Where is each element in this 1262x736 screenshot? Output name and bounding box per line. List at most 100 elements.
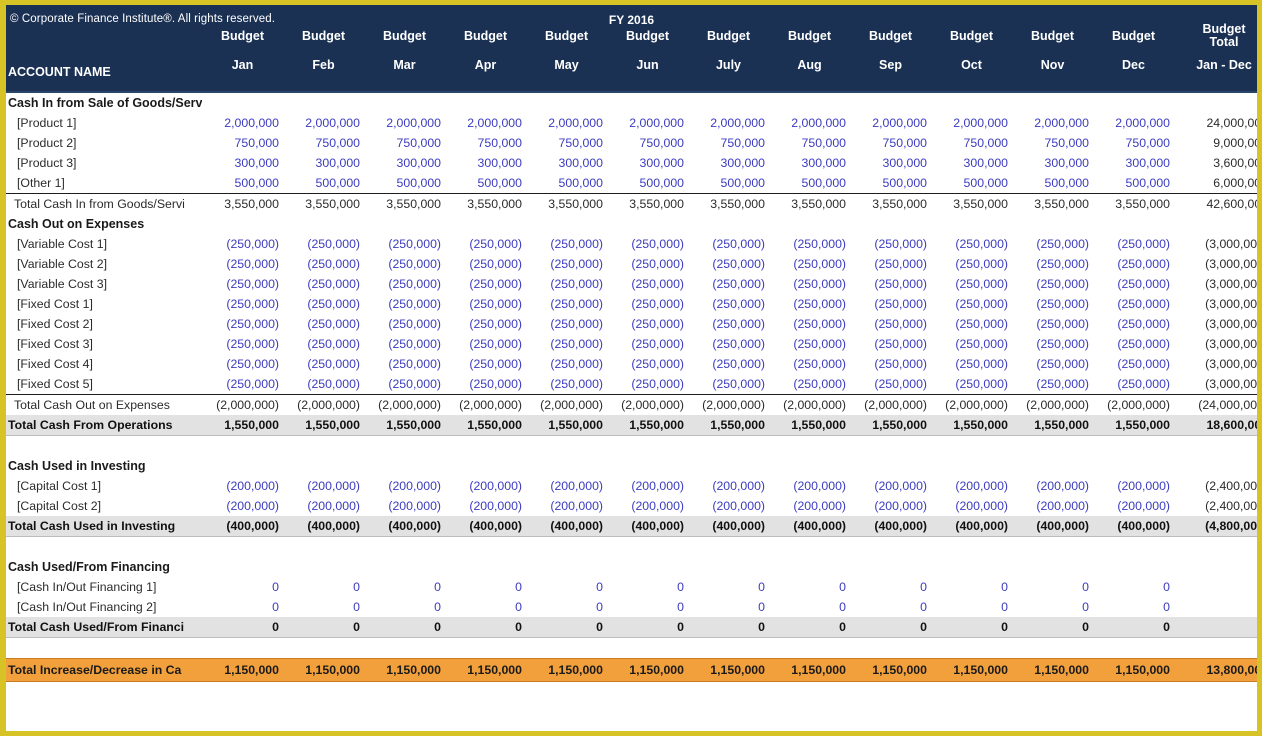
cell-dec[interactable]: 2,000,000 (1093, 113, 1174, 133)
cell-oct[interactable]: (250,000) (931, 334, 1012, 354)
cell-mar[interactable]: (200,000) (364, 476, 445, 496)
cell-dec[interactable]: (250,000) (1093, 274, 1174, 294)
cell-oct[interactable]: 2,000,000 (931, 113, 1012, 133)
cell-nov[interactable]: (250,000) (1012, 234, 1093, 254)
cell-jun[interactable]: (250,000) (607, 254, 688, 274)
cell-oct[interactable]: (250,000) (931, 254, 1012, 274)
cell-oct[interactable]: (250,000) (931, 294, 1012, 314)
cell-oct[interactable]: 0 (931, 597, 1012, 617)
cell-feb[interactable]: 2,000,000 (283, 113, 364, 133)
cell-july[interactable]: (250,000) (688, 254, 769, 274)
cell-oct[interactable]: (250,000) (931, 374, 1012, 395)
cell-jun[interactable]: 750,000 (607, 133, 688, 153)
cell-jun[interactable]: (250,000) (607, 274, 688, 294)
cell-oct[interactable]: 750,000 (931, 133, 1012, 153)
cell-july[interactable]: (250,000) (688, 234, 769, 254)
cell-aug[interactable]: (250,000) (769, 354, 850, 374)
cell-sep[interactable]: 750,000 (850, 133, 931, 153)
cell-jun[interactable]: 2,000,000 (607, 113, 688, 133)
cell-may[interactable]: (250,000) (526, 294, 607, 314)
cell-july[interactable]: 300,000 (688, 153, 769, 173)
cell-nov[interactable]: 750,000 (1012, 133, 1093, 153)
cell-feb[interactable]: (250,000) (283, 374, 364, 395)
cell-mar[interactable]: (250,000) (364, 334, 445, 354)
cell-sep[interactable]: (250,000) (850, 334, 931, 354)
cell-july[interactable]: (200,000) (688, 476, 769, 496)
cell-dec[interactable]: 500,000 (1093, 173, 1174, 194)
cell-oct[interactable]: (250,000) (931, 314, 1012, 334)
cell-apr[interactable]: (250,000) (445, 374, 526, 395)
cell-sep[interactable]: (250,000) (850, 234, 931, 254)
cell-jun[interactable]: (250,000) (607, 354, 688, 374)
cell-jun[interactable]: 0 (607, 577, 688, 597)
cell-sep[interactable]: (200,000) (850, 496, 931, 516)
cell-jun[interactable]: 500,000 (607, 173, 688, 194)
cell-mar[interactable]: (250,000) (364, 354, 445, 374)
cell-nov[interactable]: (250,000) (1012, 254, 1093, 274)
cell-july[interactable]: (250,000) (688, 374, 769, 395)
cell-mar[interactable]: 300,000 (364, 153, 445, 173)
cell-apr[interactable]: (250,000) (445, 294, 526, 314)
cell-july[interactable]: (250,000) (688, 354, 769, 374)
cell-aug[interactable]: 300,000 (769, 153, 850, 173)
cell-jan[interactable]: (200,000) (202, 496, 283, 516)
cell-mar[interactable]: (250,000) (364, 234, 445, 254)
cell-sep[interactable]: (250,000) (850, 314, 931, 334)
cell-jun[interactable]: (250,000) (607, 314, 688, 334)
cell-jan[interactable]: (250,000) (202, 254, 283, 274)
cell-feb[interactable]: (250,000) (283, 294, 364, 314)
cell-apr[interactable]: (200,000) (445, 496, 526, 516)
cell-sep[interactable]: 2,000,000 (850, 113, 931, 133)
cell-may[interactable]: 500,000 (526, 173, 607, 194)
cell-may[interactable]: 2,000,000 (526, 113, 607, 133)
cell-jan[interactable]: (250,000) (202, 314, 283, 334)
cell-july[interactable]: 0 (688, 597, 769, 617)
cell-apr[interactable]: 300,000 (445, 153, 526, 173)
cell-aug[interactable]: 750,000 (769, 133, 850, 153)
cell-dec[interactable]: 300,000 (1093, 153, 1174, 173)
cell-apr[interactable]: (250,000) (445, 234, 526, 254)
cell-apr[interactable]: 2,000,000 (445, 113, 526, 133)
cell-apr[interactable]: (250,000) (445, 254, 526, 274)
cell-aug[interactable]: (250,000) (769, 334, 850, 354)
cell-may[interactable]: (250,000) (526, 334, 607, 354)
cell-dec[interactable]: (250,000) (1093, 254, 1174, 274)
cell-jan[interactable]: (250,000) (202, 234, 283, 254)
cell-feb[interactable]: 500,000 (283, 173, 364, 194)
cell-nov[interactable]: (250,000) (1012, 374, 1093, 395)
cell-nov[interactable]: 0 (1012, 577, 1093, 597)
cell-nov[interactable]: (200,000) (1012, 496, 1093, 516)
cell-july[interactable]: 0 (688, 577, 769, 597)
cell-apr[interactable]: (200,000) (445, 476, 526, 496)
cell-oct[interactable]: (200,000) (931, 476, 1012, 496)
cell-feb[interactable]: (250,000) (283, 234, 364, 254)
cell-may[interactable]: (250,000) (526, 274, 607, 294)
cell-dec[interactable]: (250,000) (1093, 374, 1174, 395)
cell-nov[interactable]: (250,000) (1012, 354, 1093, 374)
cell-aug[interactable]: (250,000) (769, 254, 850, 274)
cell-aug[interactable]: (250,000) (769, 274, 850, 294)
cell-mar[interactable]: 0 (364, 577, 445, 597)
cell-mar[interactable]: (250,000) (364, 314, 445, 334)
cell-oct[interactable]: (250,000) (931, 354, 1012, 374)
cell-july[interactable]: (250,000) (688, 294, 769, 314)
cell-jun[interactable]: 0 (607, 597, 688, 617)
cell-may[interactable]: (250,000) (526, 354, 607, 374)
cell-jun[interactable]: (200,000) (607, 476, 688, 496)
cell-oct[interactable]: (200,000) (931, 496, 1012, 516)
cell-nov[interactable]: (250,000) (1012, 334, 1093, 354)
cell-may[interactable]: 300,000 (526, 153, 607, 173)
cell-aug[interactable]: (250,000) (769, 314, 850, 334)
cell-jan[interactable]: 0 (202, 577, 283, 597)
cell-apr[interactable]: (250,000) (445, 334, 526, 354)
cell-jan[interactable]: 750,000 (202, 133, 283, 153)
cell-jan[interactable]: 2,000,000 (202, 113, 283, 133)
cell-dec[interactable]: (200,000) (1093, 496, 1174, 516)
cell-sep[interactable]: (250,000) (850, 374, 931, 395)
cell-sep[interactable]: 0 (850, 577, 931, 597)
cell-nov[interactable]: 2,000,000 (1012, 113, 1093, 133)
cell-feb[interactable]: (250,000) (283, 274, 364, 294)
cell-dec[interactable]: (200,000) (1093, 476, 1174, 496)
cell-mar[interactable]: (250,000) (364, 374, 445, 395)
cell-dec[interactable]: 0 (1093, 577, 1174, 597)
